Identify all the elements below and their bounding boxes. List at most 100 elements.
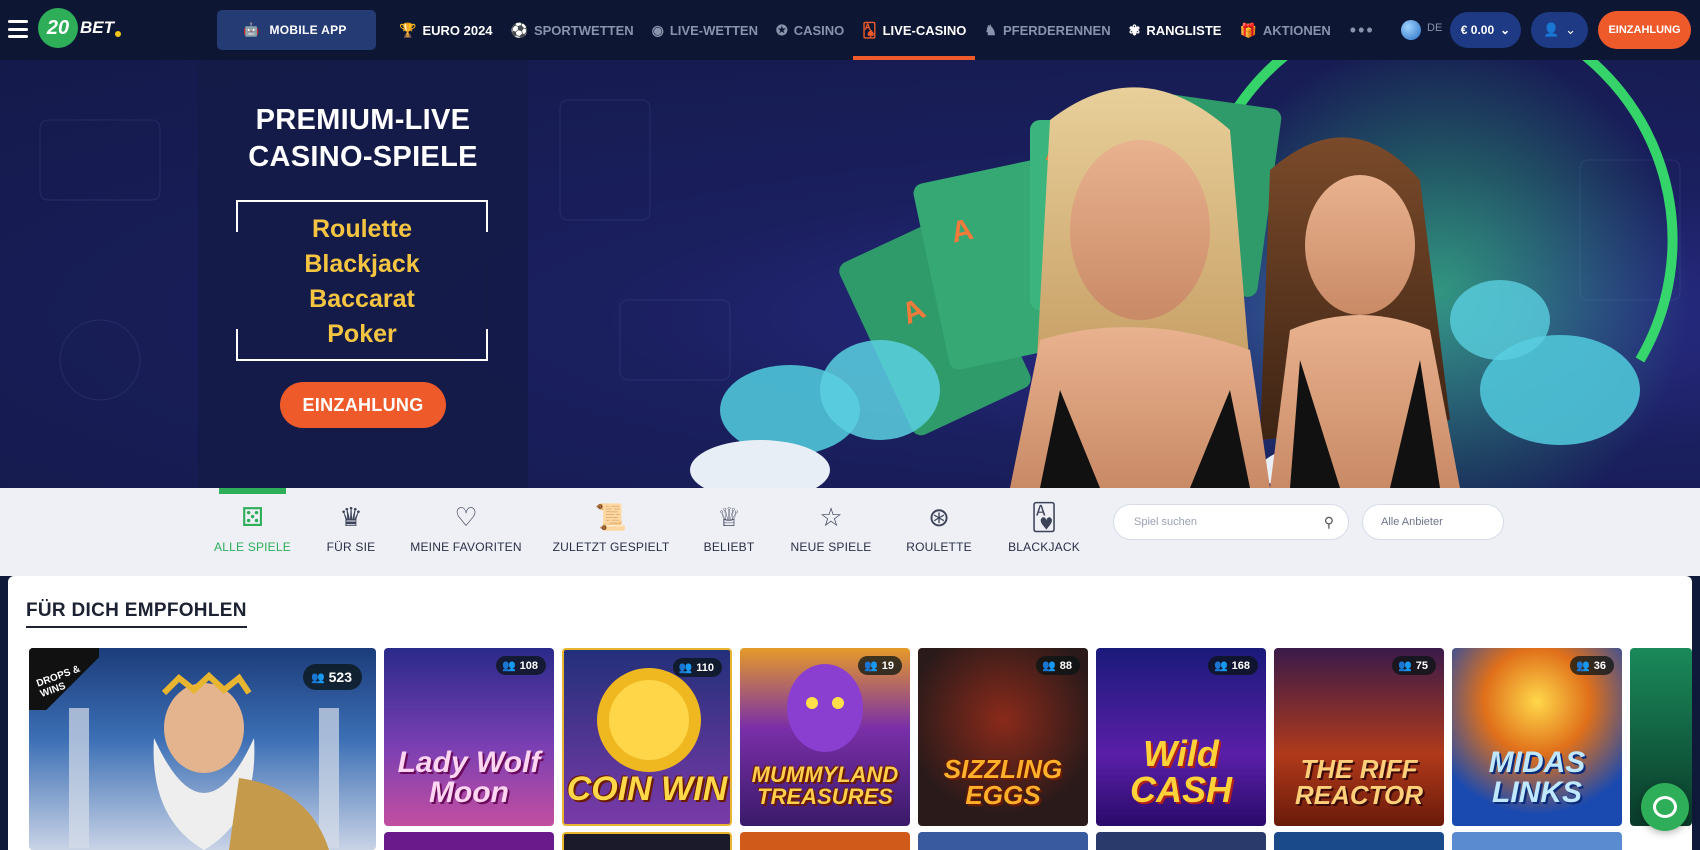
live-icon: ◉ bbox=[651, 21, 664, 38]
game-tile[interactable]: 👥 168 Wild CASH bbox=[1096, 648, 1266, 826]
player-count-value: 110 bbox=[696, 661, 714, 674]
brand-logo[interactable]: 20 BET bbox=[38, 6, 121, 50]
game-tile[interactable]: 👥 19 MUMMYLAND TREASURES bbox=[740, 648, 910, 826]
hero-game-item: Poker bbox=[327, 320, 397, 348]
category-for-you[interactable]: ♛ FÜR SIE bbox=[326, 488, 376, 576]
nav-rangliste[interactable]: ✾ RANGLISTE bbox=[1120, 0, 1231, 60]
game-tile[interactable]: 👥 75 THE RIFF REACTOR bbox=[1274, 648, 1444, 826]
section-title: FÜR DICH EMPFOHLEN bbox=[26, 600, 247, 628]
nav-label: PFERDERENNEN bbox=[1002, 22, 1111, 38]
mobile-app-button[interactable]: 🤖 MOBILE APP bbox=[217, 10, 376, 50]
game-tile-peek[interactable] bbox=[1274, 832, 1444, 850]
search-icon[interactable]: ⚲ bbox=[1324, 514, 1334, 531]
star-person-icon: ♛ bbox=[339, 502, 363, 532]
category-popular[interactable]: ♕ BELIEBT bbox=[703, 488, 755, 576]
globe-icon[interactable] bbox=[1401, 20, 1421, 40]
hero-game-item: Baccarat bbox=[309, 285, 415, 313]
soccer-ball-icon: ⚽ bbox=[510, 21, 528, 38]
player-count-value: 88 bbox=[1059, 659, 1072, 672]
hero-title-line: CASINO-SPIELE bbox=[248, 141, 478, 173]
players-icon: 👥 bbox=[501, 660, 516, 672]
nav-sportwetten[interactable]: ⚽ SPORTWETTEN bbox=[502, 0, 643, 60]
category-label: MEINE FAVORITEN bbox=[410, 540, 522, 554]
category-recently-played[interactable]: 📜 ZULETZT GESPIELT bbox=[553, 488, 670, 576]
provider-select[interactable]: Alle Anbieter bbox=[1362, 504, 1504, 540]
horse-icon: ♞ bbox=[984, 21, 997, 38]
chevron-down-icon: ⌄ bbox=[1500, 23, 1511, 37]
player-count: 👥 168 bbox=[1207, 656, 1258, 675]
menu-icon[interactable] bbox=[8, 20, 28, 38]
player-count-value: 75 bbox=[1415, 659, 1428, 672]
balance-dropdown[interactable]: € 0.00 ⌄ bbox=[1450, 12, 1521, 48]
player-count: 👥 36 bbox=[1570, 656, 1614, 675]
hero-games-box: Roulette Blackjack Baccarat Poker bbox=[236, 200, 488, 361]
more-menu-icon[interactable]: ••• bbox=[1340, 20, 1385, 41]
game-tile[interactable]: 👥 108 Lady Wolf Moon bbox=[384, 648, 554, 826]
game-tile-peek[interactable] bbox=[740, 832, 910, 850]
deposit-button[interactable]: EINZAHLUNG bbox=[1598, 11, 1691, 49]
nav-label: LIVE-WETTEN bbox=[669, 22, 758, 38]
hero-banner: A A A PREMIUM-LIVE CASINO-SPIELE Roulett… bbox=[0, 60, 1700, 488]
logo-badge: 20 bbox=[38, 8, 78, 48]
game-title: SIZZLING EGGS bbox=[943, 754, 1063, 810]
nav-live-wetten[interactable]: ◉ LIVE-WETTEN bbox=[643, 0, 767, 60]
game-title: Lady Wolf Moon bbox=[397, 746, 541, 809]
nav-pferderennen[interactable]: ♞ PFERDERENNEN bbox=[975, 0, 1119, 60]
category-new-games[interactable]: ☆ NEUE SPIELE bbox=[791, 488, 872, 576]
chevron-down-icon: ⌄ bbox=[1565, 22, 1577, 37]
game-title: Wild CASH bbox=[1129, 733, 1232, 810]
language-selector[interactable]: DE bbox=[1427, 22, 1442, 34]
players-icon: 👥 bbox=[678, 662, 693, 674]
player-count-value: 523 bbox=[328, 669, 352, 685]
game-tile[interactable]: 👥 88 SIZZLING EGGS bbox=[918, 648, 1088, 826]
main-nav: 🏆 EURO 2024 ⚽ SPORTWETTEN ◉ LIVE-WETTEN ✪ CA… bbox=[390, 0, 1385, 60]
game-title: MIDAS LINKS bbox=[1488, 746, 1586, 809]
game-tile-peek[interactable] bbox=[918, 832, 1088, 850]
players-icon: 👥 bbox=[1213, 660, 1228, 672]
category-label: BELIEBT bbox=[703, 540, 755, 554]
trophy-icon: 🏆 bbox=[399, 21, 417, 38]
game-tile-featured[interactable]: DROPS & WINS 👥 523 bbox=[29, 648, 376, 850]
category-label: ZULETZT GESPIELT bbox=[552, 540, 670, 554]
player-count: 👥 88 bbox=[1036, 656, 1080, 675]
mobile-app-label: MOBILE APP bbox=[269, 23, 347, 37]
hero-title: PREMIUM-LIVE CASINO-SPIELE bbox=[198, 102, 528, 176]
game-tile-peek[interactable] bbox=[1452, 832, 1622, 850]
player-count: 👥 110 bbox=[672, 658, 722, 677]
drops-and-wins-badge: DROPS & WINS bbox=[29, 648, 99, 710]
game-tile-peek[interactable] bbox=[562, 832, 732, 850]
nav-casino[interactable]: ✪ CASINO bbox=[767, 0, 853, 60]
star-icon: ☆ bbox=[819, 502, 843, 532]
nav-label: SPORTWETTEN bbox=[533, 22, 634, 38]
account-dropdown[interactable]: 👤 ⌄ bbox=[1531, 12, 1588, 48]
nav-live-casino[interactable]: 🂡 LIVE-CASINO bbox=[853, 0, 976, 60]
game-tile-peek[interactable] bbox=[384, 832, 554, 850]
nav-label: EURO 2024 bbox=[422, 22, 493, 38]
game-tile-peek[interactable] bbox=[1096, 832, 1266, 850]
category-all-games[interactable]: ⚄ ALLE SPIELE bbox=[214, 488, 291, 576]
crown-icon: ♕ bbox=[717, 502, 741, 532]
category-roulette[interactable]: ⊛ ROULETTE bbox=[906, 488, 971, 576]
game-tile[interactable]: 👥 36 MIDAS LINKS bbox=[1452, 648, 1622, 826]
nav-label: AKTIONEN bbox=[1262, 22, 1331, 38]
category-blackjack[interactable]: 🂱 BLACKJACK bbox=[1008, 488, 1080, 576]
nav-label: CASINO bbox=[793, 22, 845, 38]
player-count: 👥 19 bbox=[858, 656, 902, 675]
nav-euro-2024[interactable]: 🏆 EURO 2024 bbox=[390, 0, 502, 60]
game-title: MUMMYLAND TREASURES bbox=[751, 762, 899, 809]
category-favorites[interactable]: ♡ MEINE FAVORITEN bbox=[410, 488, 521, 576]
nav-aktionen[interactable]: 🎁 AKTIONEN bbox=[1230, 0, 1339, 60]
hero-deposit-button[interactable]: EINZAHLUNG bbox=[280, 382, 446, 428]
players-icon: 👥 bbox=[310, 671, 325, 684]
game-title: THE RIFF REACTOR bbox=[1294, 754, 1424, 810]
gift-icon: 🎁 bbox=[1239, 21, 1257, 38]
search-input[interactable] bbox=[1134, 516, 1324, 528]
game-title: COIN WIN bbox=[566, 770, 728, 808]
game-tile[interactable]: 👥 110 COIN WIN bbox=[562, 648, 732, 826]
blackjack-icon: 🂱 bbox=[1030, 502, 1058, 532]
category-label: ALLE SPIELE bbox=[214, 540, 291, 554]
hero-games-list: Roulette Blackjack Baccarat Poker bbox=[238, 212, 486, 352]
balance-value: € 0.00 bbox=[1460, 23, 1495, 37]
live-chat-button[interactable] bbox=[1641, 783, 1689, 831]
game-search[interactable]: ⚲ bbox=[1113, 504, 1349, 540]
